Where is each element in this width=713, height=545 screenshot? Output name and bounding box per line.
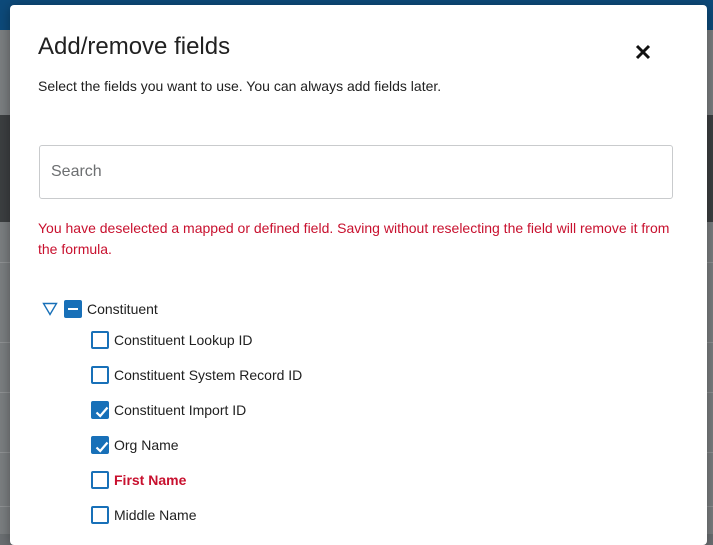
expand-triangle-icon[interactable] <box>42 302 58 316</box>
close-icon <box>635 44 651 60</box>
field-checkbox[interactable] <box>91 401 109 419</box>
constituent-checkbox[interactable] <box>64 300 82 318</box>
field-label-error: First Name <box>114 472 187 488</box>
field-checkbox[interactable] <box>91 331 109 349</box>
checkmark-icon <box>95 406 109 418</box>
field-label: Middle Name <box>114 507 197 523</box>
field-checkbox[interactable] <box>91 366 109 384</box>
add-remove-fields-dialog: Add/remove fields Select the fields you … <box>10 5 707 545</box>
search-input[interactable] <box>39 145 673 199</box>
constituent-label: Constituent <box>87 301 158 317</box>
close-button[interactable] <box>630 39 656 65</box>
warning-message: You have deselected a mapped or defined … <box>38 220 670 257</box>
dialog-title: Add/remove fields <box>38 33 231 60</box>
field-label: Constituent Import ID <box>114 402 247 418</box>
dialog-subtitle: Select the fields you want to use. You c… <box>38 78 442 94</box>
field-checkbox[interactable] <box>91 471 109 489</box>
field-checkbox[interactable] <box>91 436 109 454</box>
field-label: Constituent System Record ID <box>114 367 303 383</box>
field-label: Constituent Lookup ID <box>114 332 253 348</box>
field-checkbox[interactable] <box>91 506 109 524</box>
field-label: Org Name <box>114 437 179 453</box>
checkmark-icon <box>95 441 109 453</box>
